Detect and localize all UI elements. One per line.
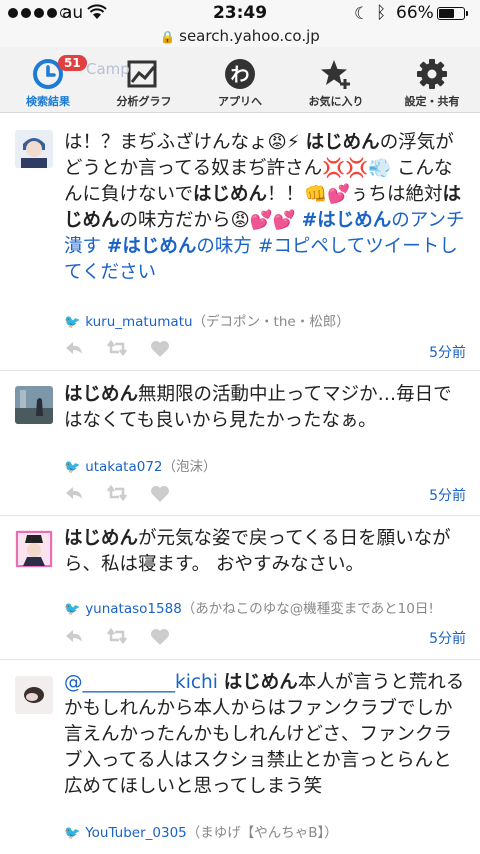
tab-label: お気に入り [308,95,364,108]
hashtag-link[interactable]: の味方 [196,236,252,257]
display-name: （まゆげ【やんちゃB】） [186,825,338,841]
status-bar: au 23:49 ☾ ᛒ 66% [0,0,480,27]
reply-icon[interactable] [64,628,84,644]
tweet-item[interactable]: はじめん無期限の活動中止ってマジか…毎日ではなくても良いから見たかったなぁ。 🐦… [0,371,480,516]
tweet-text-segment: はじめん [192,184,267,205]
tweet-item[interactable]: は！？まぢふざけんなょ😡⚡ はじめんの浮気がどうとか言ってる奴まぢ許さん💢💢💨 … [0,113,480,371]
bluetooth-icon: ᛒ [376,3,387,23]
like-icon[interactable] [150,340,170,358]
retweet-icon[interactable] [106,485,128,501]
tab-label: 設定・共有 [404,95,460,108]
retweet-icon[interactable] [106,628,128,644]
retweet-icon[interactable] [106,340,128,356]
tweet-item[interactable]: はじめんが元気な姿で戻ってくる日を願いながら、私は寝ます。 おやすみなさい。 🐦… [0,516,480,660]
twitter-bird-icon: 🐦 [64,460,81,475]
like-icon[interactable] [150,628,170,646]
twitter-bird-icon: 🐦 [64,315,81,330]
chart-icon [127,60,157,88]
url-text: search.yahoo.co.jp [179,27,320,45]
tweet-text-segment: はじめん [305,132,380,153]
tweet-time[interactable]: 5分前 [429,342,466,362]
tweet-time[interactable]: 5分前 [429,485,466,505]
reply-icon[interactable] [64,340,84,356]
tweet-text-segment: ！！👊💕ぅちは絶対 [266,184,443,205]
app-icon: わ [225,59,255,89]
moon-icon: ☾ [354,4,370,24]
tweet-text: は！？まぢふざけんなょ😡⚡ はじめんの浮気がどうとか言ってる奴まぢ許さん💢💢💨 … [64,130,470,286]
display-name: （泡沫） [162,459,217,475]
tab-favorites[interactable]: お気に入り [288,47,384,112]
display-name: （あかねこのゆな@機種変まであと10日! [181,601,434,617]
svg-text:わ: わ [230,64,249,86]
tab-app[interactable]: わ アプリへ [192,47,288,112]
display-name: （デコポン・the・松郎） [192,314,350,330]
hashtag-link[interactable]: #はじめん [107,236,197,257]
avatar[interactable] [15,130,53,168]
username[interactable]: YouTuber_0305 [85,825,187,841]
reply-icon[interactable] [64,485,84,501]
username[interactable]: utakata072 [85,459,162,475]
username[interactable]: kuru_matumatu [85,314,192,330]
tweet-user[interactable]: 🐦 yunataso1588（あかねこのゆな@機種変まであと10日! [64,597,470,617]
tweet-text-segment: はじめん [223,672,298,693]
star-add-icon [321,60,350,89]
toolbar: 検索結果 分析グラフ わ アプリへ お気に入り 設定・共有 51 Camp [0,47,480,113]
avatar[interactable] [15,530,53,568]
mention-link[interactable]: @__________kichi [64,672,218,693]
twitter-bird-icon: 🐦 [64,826,81,841]
battery-icon [437,7,468,20]
tweet-text: @__________kichi はじめん本人が言うと荒れるかもしれんから本人か… [64,670,470,800]
tab-analysis-graph[interactable]: 分析グラフ [96,47,192,112]
tweet-user[interactable]: 🐦 kuru_matumatu（デコポン・the・松郎） [64,310,470,330]
avatar[interactable] [15,676,53,714]
username[interactable]: yunataso1588 [85,601,182,617]
twitter-bird-icon: 🐦 [64,602,81,617]
tab-label: 検索結果 [26,95,70,108]
tweet-text-segment: の味方だから😡💕💕 [119,210,302,231]
tweet-actions [64,628,170,646]
hashtag-link[interactable]: #はじめん [302,210,392,231]
tab-label: アプリへ [218,95,262,108]
tweet-actions [64,485,170,503]
tweet-user[interactable]: 🐦 utakata072（泡沫） [64,455,470,475]
tweet-text-segment: はじめん [64,384,139,405]
tweet-text-segment: は！？まぢふざけんなょ😡⚡ [64,132,306,153]
tab-settings-share[interactable]: 設定・共有 [384,47,480,112]
tab-label: 分析グラフ [116,95,172,108]
avatar[interactable] [15,386,53,424]
tweet-time[interactable]: 5分前 [429,628,466,648]
tweet-actions [64,340,170,358]
battery-percent: 66% [396,3,434,23]
gear-icon [417,59,447,89]
tweet-text-segment: はじめん [64,528,139,549]
tweet-user[interactable]: 🐦 YouTuber_0305（まゆげ【やんちゃB】） [64,821,470,841]
like-icon[interactable] [150,485,170,503]
url-bar[interactable]: 🔒 search.yahoo.co.jp [0,27,480,47]
overlay-text: Camp [86,60,130,78]
lock-icon: 🔒 [160,30,176,44]
tweet-text: はじめんが元気な姿で戻ってくる日を願いながら、私は寝ます。 おやすみなさい。 [64,526,470,578]
notification-badge: 51 [58,55,87,71]
tweet-item[interactable]: @__________kichi はじめん本人が言うと荒れるかもしれんから本人か… [0,660,480,854]
tweet-text: はじめん無期限の活動中止ってマジか…毎日ではなくても良いから見たかったなぁ。 [64,382,470,434]
